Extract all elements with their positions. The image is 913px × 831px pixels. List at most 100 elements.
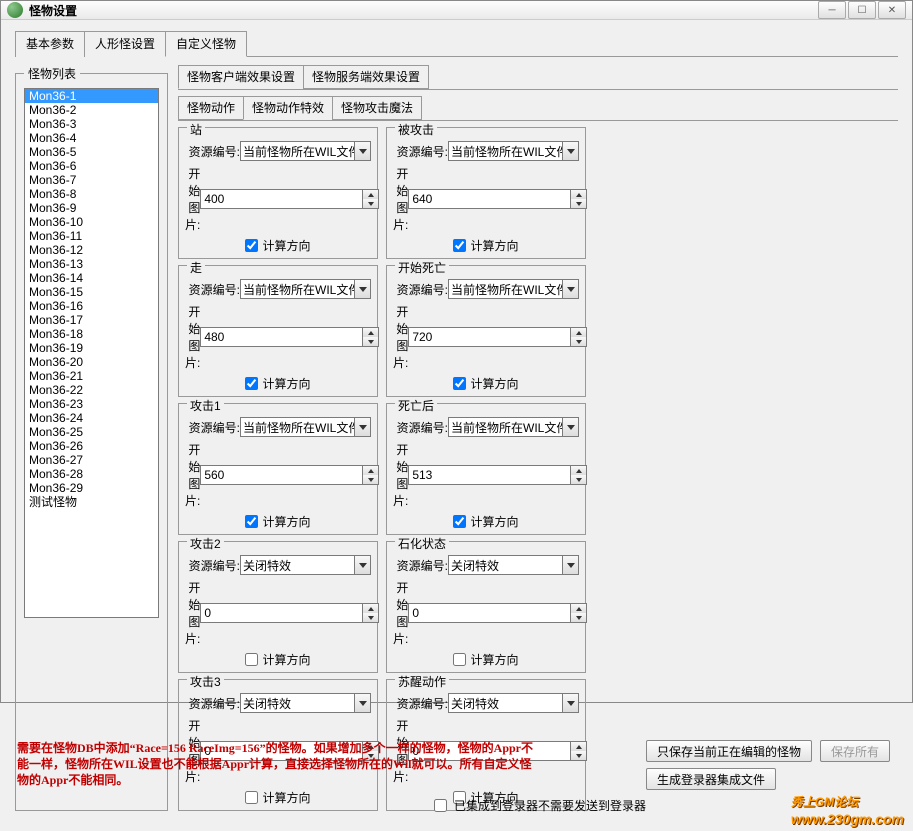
spin-down[interactable]: [571, 199, 586, 208]
list-item[interactable]: Mon36-2: [25, 103, 158, 117]
start-img-input[interactable]: [200, 189, 363, 209]
res-id-combo[interactable]: 关闭特效: [448, 693, 579, 713]
chevron-down-icon[interactable]: [562, 280, 578, 298]
chevron-down-icon[interactable]: [354, 418, 370, 436]
subtab-client-effects[interactable]: 怪物客户端效果设置: [178, 65, 304, 89]
start-img-input[interactable]: [408, 465, 571, 485]
list-item[interactable]: Mon36-22: [25, 383, 158, 397]
list-item[interactable]: Mon36-3: [25, 117, 158, 131]
subtab-action-fx[interactable]: 怪物动作特效: [243, 96, 333, 120]
chevron-down-icon[interactable]: [354, 556, 370, 574]
res-id-combo[interactable]: 当前怪物所在WIL文件: [240, 141, 371, 161]
list-item[interactable]: Mon36-7: [25, 173, 158, 187]
list-item[interactable]: Mon36-29: [25, 481, 158, 495]
calc-dir-checkbox[interactable]: [245, 377, 258, 390]
subtabs-1: 怪物客户端效果设置 怪物服务端效果设置: [178, 65, 898, 90]
calc-dir-checkbox[interactable]: [453, 239, 466, 252]
calc-dir-checkbox[interactable]: [245, 515, 258, 528]
list-item[interactable]: Mon36-14: [25, 271, 158, 285]
res-id-combo[interactable]: 当前怪物所在WIL文件: [448, 141, 579, 161]
list-item[interactable]: Mon36-24: [25, 411, 158, 425]
chevron-down-icon[interactable]: [562, 556, 578, 574]
start-img-input[interactable]: [408, 327, 571, 347]
list-item[interactable]: Mon36-25: [25, 425, 158, 439]
chevron-down-icon[interactable]: [354, 694, 370, 712]
spin-up[interactable]: [571, 328, 586, 337]
chevron-down-icon[interactable]: [562, 694, 578, 712]
start-img-input[interactable]: [200, 465, 363, 485]
subtab-server-effects[interactable]: 怪物服务端效果设置: [303, 65, 429, 89]
spin-down[interactable]: [363, 475, 378, 484]
calc-dir-checkbox[interactable]: [453, 653, 466, 666]
list-item[interactable]: Mon36-9: [25, 201, 158, 215]
list-item[interactable]: Mon36-13: [25, 257, 158, 271]
list-item[interactable]: Mon36-8: [25, 187, 158, 201]
spin-down[interactable]: [571, 613, 586, 622]
res-id-combo[interactable]: 当前怪物所在WIL文件: [448, 279, 579, 299]
spin-down[interactable]: [363, 199, 378, 208]
spin-up[interactable]: [571, 604, 586, 613]
list-item[interactable]: Mon36-23: [25, 397, 158, 411]
res-id-combo[interactable]: 关闭特效: [240, 555, 371, 575]
list-item[interactable]: Mon36-1: [25, 89, 158, 103]
list-item[interactable]: Mon36-18: [25, 327, 158, 341]
list-item[interactable]: Mon36-17: [25, 313, 158, 327]
save-all-button[interactable]: 保存所有: [820, 740, 890, 762]
list-item[interactable]: 测试怪物: [25, 495, 158, 509]
subtab-action[interactable]: 怪物动作: [178, 96, 244, 120]
tab-humanoid[interactable]: 人形怪设置: [84, 31, 166, 57]
list-item[interactable]: Mon36-6: [25, 159, 158, 173]
chevron-down-icon[interactable]: [562, 418, 578, 436]
spin-down[interactable]: [571, 337, 586, 346]
spin-up[interactable]: [571, 190, 586, 199]
list-item[interactable]: Mon36-11: [25, 229, 158, 243]
list-item[interactable]: Mon36-21: [25, 369, 158, 383]
spin-up[interactable]: [363, 466, 378, 475]
start-img-input[interactable]: [200, 603, 363, 623]
spin-up[interactable]: [363, 190, 378, 199]
res-id-combo[interactable]: 当前怪物所在WIL文件: [240, 417, 371, 437]
list-item[interactable]: Mon36-20: [25, 355, 158, 369]
list-item[interactable]: Mon36-15: [25, 285, 158, 299]
calc-dir-checkbox[interactable]: [453, 377, 466, 390]
start-img-input[interactable]: [200, 327, 363, 347]
res-id-combo[interactable]: 当前怪物所在WIL文件: [448, 417, 579, 437]
subtab-attack-magic[interactable]: 怪物攻击魔法: [332, 96, 422, 120]
spin-up[interactable]: [571, 466, 586, 475]
minimize-button[interactable]: ─: [818, 1, 846, 19]
tab-basic[interactable]: 基本参数: [15, 31, 85, 57]
res-id-combo[interactable]: 关闭特效: [240, 693, 371, 713]
calc-dir-checkbox[interactable]: [245, 239, 258, 252]
start-img-input[interactable]: [408, 189, 571, 209]
res-id-combo[interactable]: 当前怪物所在WIL文件: [240, 279, 371, 299]
spin-up[interactable]: [363, 328, 378, 337]
list-item[interactable]: Mon36-5: [25, 145, 158, 159]
list-item[interactable]: Mon36-4: [25, 131, 158, 145]
generate-login-button[interactable]: 生成登录器集成文件: [646, 768, 776, 790]
chevron-down-icon[interactable]: [354, 280, 370, 298]
monster-listbox[interactable]: Mon36-1Mon36-2Mon36-3Mon36-4Mon36-5Mon36…: [24, 88, 159, 618]
list-item[interactable]: Mon36-19: [25, 341, 158, 355]
close-button[interactable]: ✕: [878, 1, 906, 19]
save-current-button[interactable]: 只保存当前正在编辑的怪物: [646, 740, 812, 762]
spin-up[interactable]: [363, 604, 378, 613]
spin-down[interactable]: [363, 337, 378, 346]
list-item[interactable]: Mon36-10: [25, 215, 158, 229]
start-img-input[interactable]: [408, 603, 571, 623]
effect-grid: 站资源编号:当前怪物所在WIL文件开始图片:计算方向被攻击资源编号:当前怪物所在…: [178, 127, 898, 811]
list-item[interactable]: Mon36-16: [25, 299, 158, 313]
list-item[interactable]: Mon36-27: [25, 453, 158, 467]
integrated-checkbox[interactable]: [434, 799, 447, 812]
res-id-combo[interactable]: 关闭特效: [448, 555, 579, 575]
chevron-down-icon[interactable]: [354, 142, 370, 160]
tab-custom[interactable]: 自定义怪物: [165, 31, 247, 57]
chevron-down-icon[interactable]: [562, 142, 578, 160]
maximize-button[interactable]: ☐: [848, 1, 876, 19]
list-item[interactable]: Mon36-28: [25, 467, 158, 481]
list-item[interactable]: Mon36-12: [25, 243, 158, 257]
list-item[interactable]: Mon36-26: [25, 439, 158, 453]
spin-down[interactable]: [363, 613, 378, 622]
calc-dir-checkbox[interactable]: [453, 515, 466, 528]
calc-dir-checkbox[interactable]: [245, 653, 258, 666]
spin-down[interactable]: [571, 475, 586, 484]
